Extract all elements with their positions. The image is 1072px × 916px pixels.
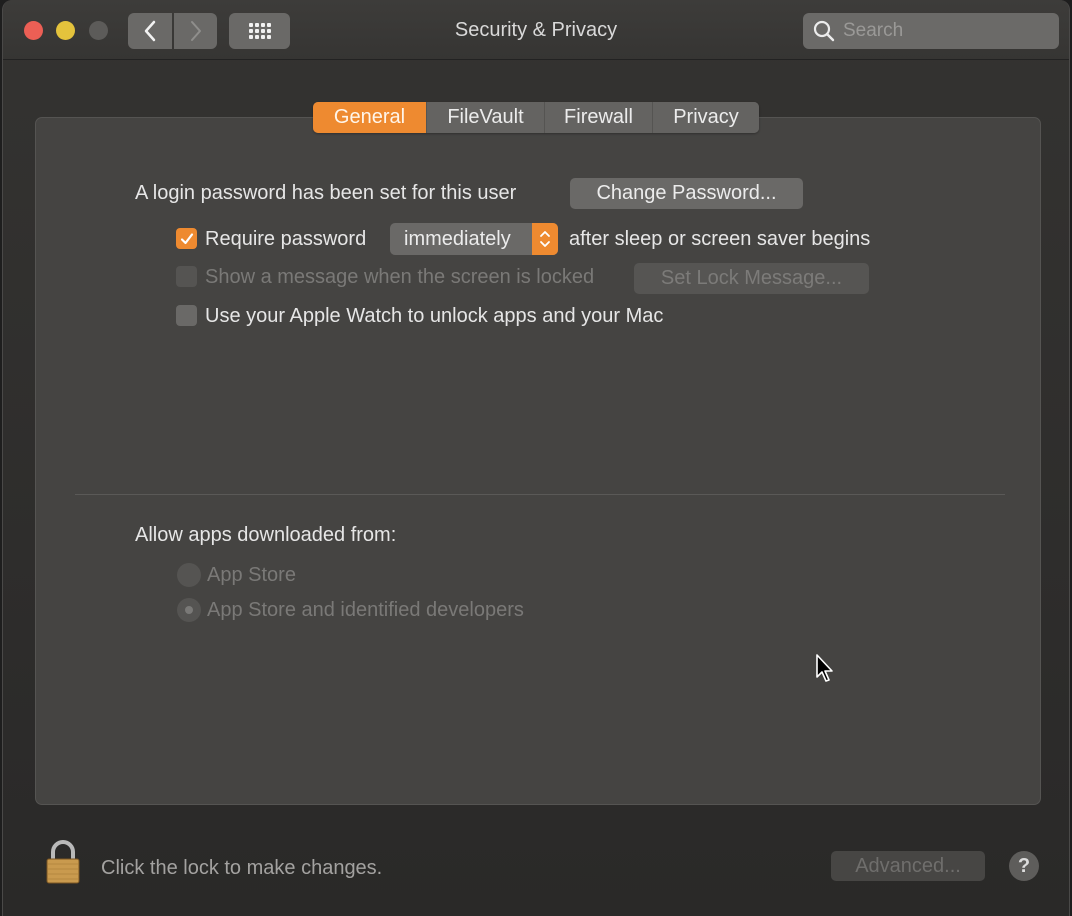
tab-filevault[interactable]: FileVault	[427, 102, 545, 133]
show-message-checkbox[interactable]	[176, 266, 197, 287]
require-password-suffix: after sleep or screen saver begins	[569, 228, 871, 250]
security-privacy-window: Security & Privacy General FileVault Fir…	[2, 0, 1070, 916]
mouse-pointer-icon	[816, 654, 833, 682]
radio-app-store-identified-label: App Store and identified developers	[207, 599, 524, 621]
general-panel	[35, 117, 1041, 805]
search-field[interactable]	[803, 13, 1059, 49]
require-password-delay-select[interactable]: immediately	[390, 223, 558, 255]
require-password-checkbox[interactable]	[176, 228, 197, 249]
tab-privacy[interactable]: Privacy	[653, 102, 759, 133]
show-message-label: Show a message when the screen is locked	[205, 266, 595, 288]
lock-button[interactable]	[45, 840, 81, 889]
change-password-button[interactable]: Change Password...	[570, 178, 803, 209]
tab-firewall[interactable]: Firewall	[545, 102, 653, 133]
require-password-delay-value: immediately	[404, 227, 511, 250]
apple-watch-checkbox[interactable]	[176, 305, 197, 326]
search-icon	[813, 20, 835, 42]
radio-selected-dot	[185, 606, 193, 614]
radio-app-store[interactable]	[177, 563, 201, 587]
padlock-icon	[46, 840, 80, 884]
titlebar: Security & Privacy	[3, 0, 1069, 60]
apple-watch-label: Use your Apple Watch to unlock apps and …	[205, 305, 664, 327]
require-password-label: Require password	[205, 228, 367, 250]
tab-bar: General FileVault Firewall Privacy	[313, 102, 759, 133]
help-button[interactable]: ?	[1009, 851, 1039, 881]
up-down-arrows-icon	[532, 223, 558, 255]
allow-apps-heading: Allow apps downloaded from:	[135, 524, 397, 546]
set-lock-message-button[interactable]: Set Lock Message...	[634, 263, 869, 294]
radio-app-store-label: App Store	[207, 564, 296, 586]
radio-app-store-identified[interactable]	[177, 598, 201, 622]
search-input[interactable]	[843, 20, 1043, 42]
checkmark-icon	[180, 232, 193, 244]
section-divider	[75, 494, 1005, 495]
login-password-text: A login password has been set for this u…	[135, 182, 517, 204]
lock-status-text: Click the lock to make changes.	[101, 857, 383, 879]
tab-general[interactable]: General	[313, 102, 427, 133]
advanced-button[interactable]: Advanced...	[831, 851, 985, 881]
